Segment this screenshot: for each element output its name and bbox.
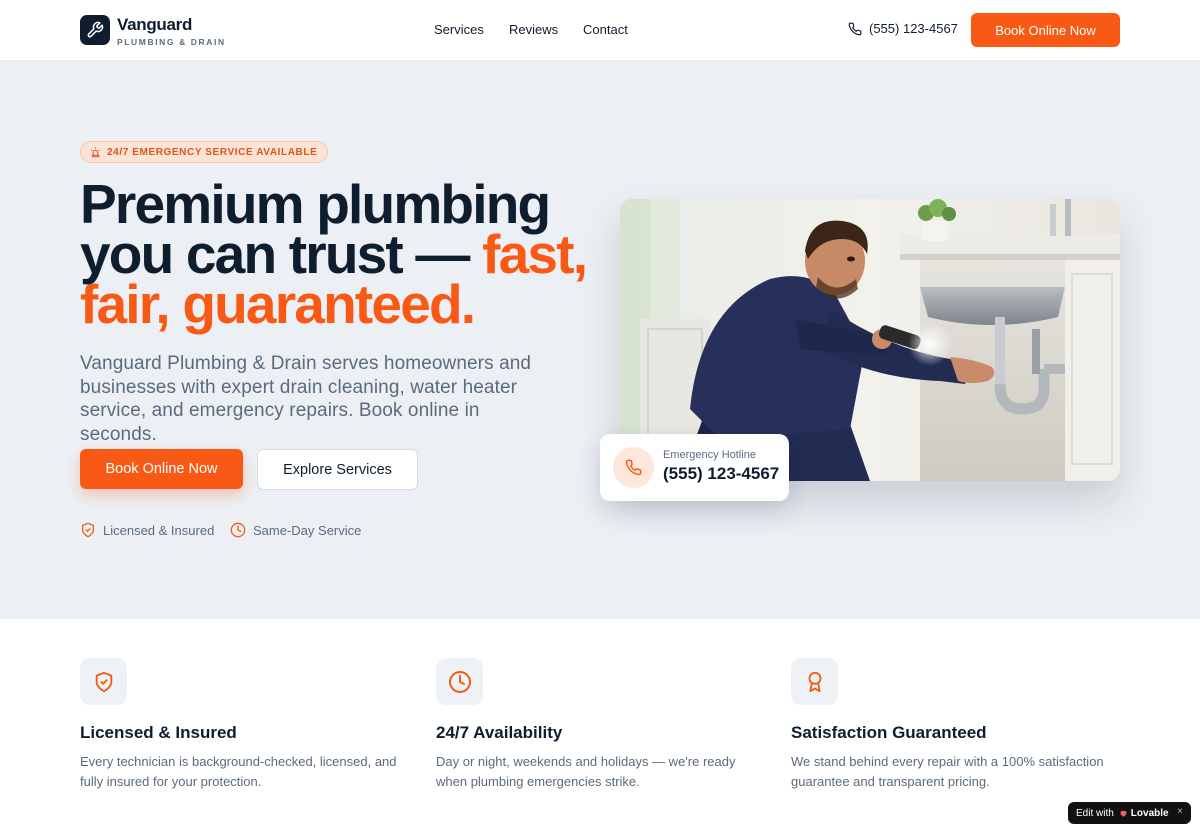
emergency-hotline-card[interactable]: Emergency Hotline (555) 123-4567: [600, 434, 789, 501]
close-icon[interactable]: ×: [1177, 806, 1183, 817]
header-book-button[interactable]: Book Online Now: [971, 13, 1120, 47]
emergency-badge-label: 24/7 EMERGENCY SERVICE AVAILABLE: [107, 146, 318, 158]
nav-contact[interactable]: Contact: [583, 22, 628, 37]
phone-icon: [625, 459, 642, 476]
feature-licensed: Licensed & Insured Every technician is b…: [80, 658, 410, 791]
clock-icon: [230, 522, 246, 538]
edit-with-lovable-badge[interactable]: Edit with Lovable ×: [1068, 802, 1191, 824]
trust-licensed: Licensed & Insured: [80, 522, 214, 538]
lovable-prefix: Edit with: [1076, 807, 1114, 819]
clock-icon: [448, 670, 471, 693]
brand-tagline: PLUMBING & DRAIN: [117, 37, 226, 47]
book-online-button[interactable]: Book Online Now: [80, 449, 243, 489]
heart-icon: [1120, 810, 1127, 817]
feature-satisfaction: Satisfaction Guaranteed We stand behind …: [791, 658, 1121, 791]
feature-title: Satisfaction Guaranteed: [791, 723, 987, 742]
hotline-icon-circle: [613, 447, 654, 488]
site-header: Vanguard PLUMBING & DRAIN Services Revie…: [0, 0, 1200, 61]
hotline-number[interactable]: (555) 123-4567: [663, 464, 779, 484]
siren-icon: [90, 146, 101, 157]
feature-icon-tile: [791, 658, 838, 705]
feature-icon-tile: [80, 658, 127, 705]
feature-description: We stand behind every repair with a 100%…: [791, 754, 1104, 789]
explore-services-button[interactable]: Explore Services: [257, 449, 418, 490]
trust-same-day-label: Same-Day Service: [253, 522, 362, 538]
lovable-brand-label: Lovable: [1130, 807, 1169, 819]
trust-licensed-label: Licensed & Insured: [103, 522, 215, 538]
nav-services[interactable]: Services: [434, 22, 484, 37]
feature-description: Every technician is background-checked, …: [80, 754, 397, 789]
logo-mark[interactable]: [80, 15, 110, 45]
phone-icon: [848, 22, 862, 35]
hero-headline-main: Premium plumbing you can trust —: [80, 173, 551, 285]
trust-same-day: Same-Day Service: [230, 522, 361, 538]
hero-description: Vanguard Plumbing & Drain serves homeown…: [80, 353, 532, 445]
feature-title: 24/7 Availability: [436, 723, 563, 742]
hero-section: 24/7 EMERGENCY SERVICE AVAILABLE Premium…: [0, 61, 1200, 619]
hero-headline: Premium plumbing you can trust — fast, f…: [80, 177, 590, 332]
feature-icon-tile: [436, 658, 483, 705]
header-phone-number: (555) 123-4567: [869, 21, 958, 36]
nav-reviews[interactable]: Reviews: [509, 22, 558, 37]
hotline-label: Emergency Hotline: [663, 449, 756, 461]
shield-check-icon: [95, 671, 112, 692]
shield-check-icon: [82, 522, 94, 538]
brand-name[interactable]: Vanguard: [117, 15, 192, 35]
lovable-brand: Lovable: [1119, 808, 1169, 819]
feature-title: Licensed & Insured: [80, 723, 237, 742]
feature-availability: 24/7 Availability Day or night, weekends…: [436, 658, 766, 791]
header-phone-link[interactable]: (555) 123-4567: [848, 21, 958, 36]
emergency-badge: 24/7 EMERGENCY SERVICE AVAILABLE: [80, 141, 329, 163]
feature-description: Day or night, weekends and holidays — we…: [436, 754, 736, 789]
award-icon: [808, 671, 821, 692]
wrench-icon: [87, 21, 104, 38]
